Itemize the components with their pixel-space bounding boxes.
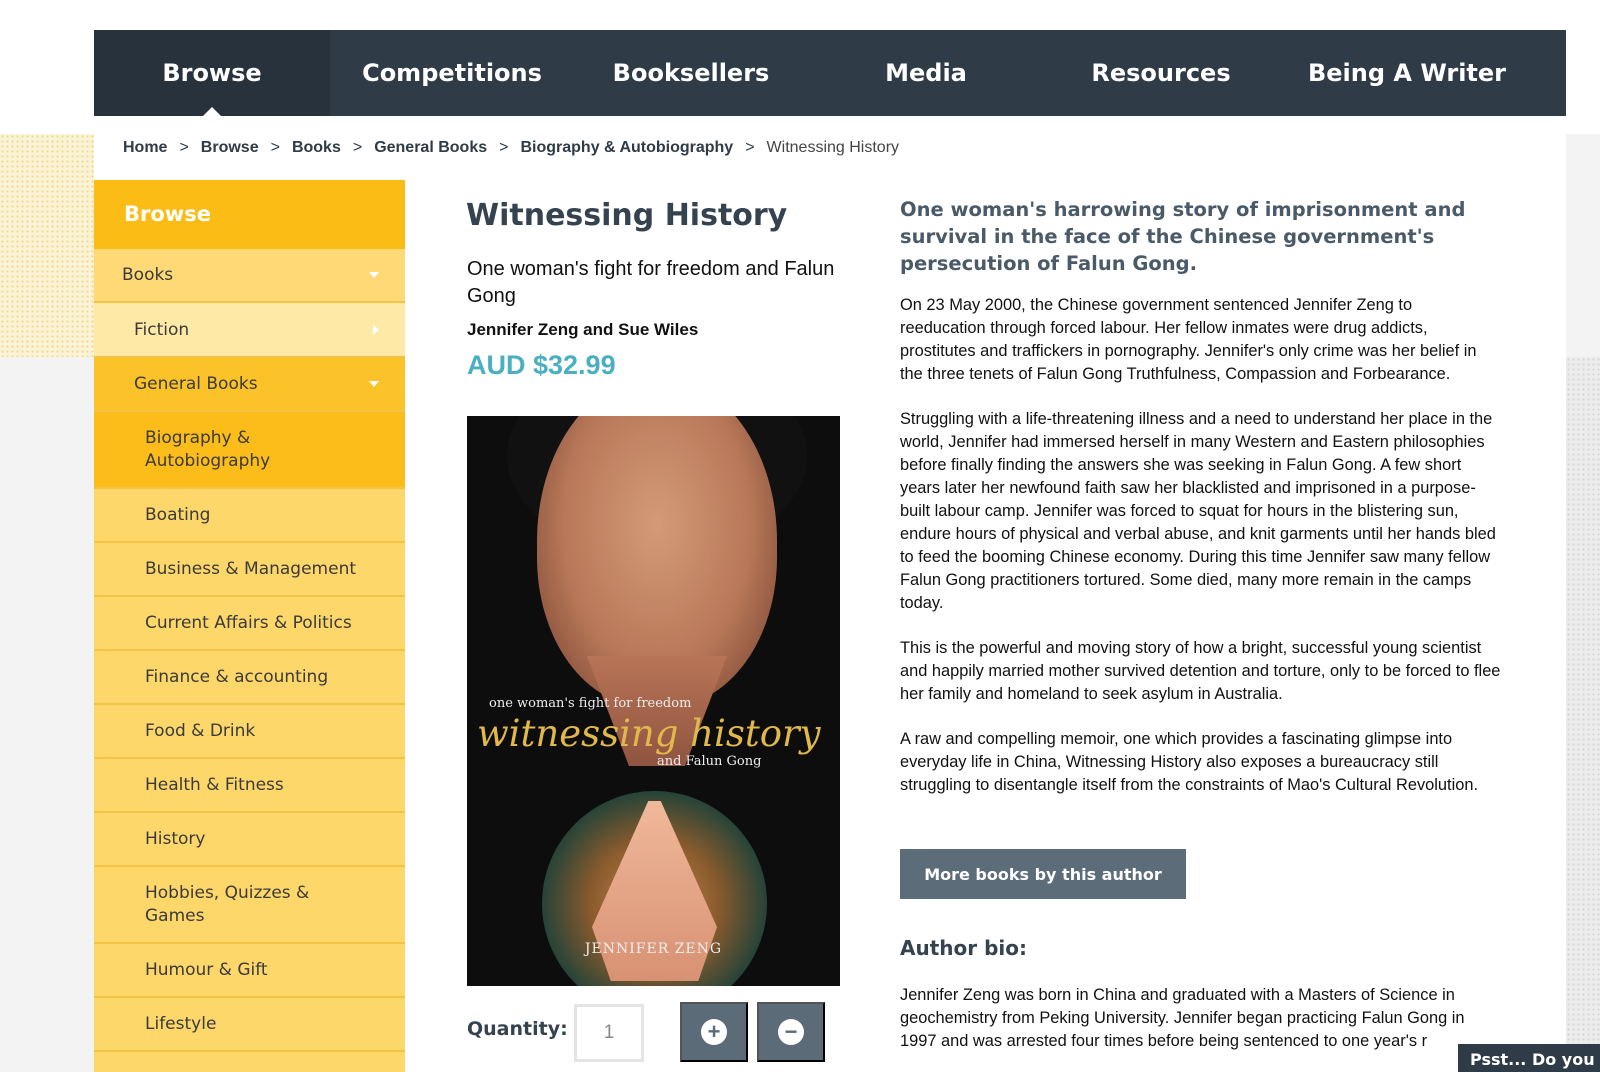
cover-title-text: witnessing history [477, 712, 821, 755]
sidebar-item-finance[interactable]: Finance & accounting [94, 651, 405, 705]
breadcrumb-general-books[interactable]: General Books [374, 139, 487, 157]
description-paragraph: On 23 May 2000, the Chinese government s… [900, 296, 1477, 383]
product-subtitle: One woman's fight for freedom and Falun … [467, 258, 835, 307]
sidebar-item-history[interactable]: History [94, 813, 405, 867]
sidebar-item-biography[interactable]: Biography & Autobiography [94, 412, 405, 489]
top-navigation: Browse Competitions Booksellers Media Re… [94, 30, 1566, 116]
sidebar-item-label: Current Affairs & Politics [145, 612, 352, 633]
more-books-by-author-button[interactable]: More books by this author [900, 849, 1186, 899]
sidebar-item-hobbies[interactable]: Hobbies, Quizzes & Games [94, 867, 405, 944]
chevron-down-icon [369, 272, 379, 278]
sidebar-item-label: Health & Fitness [145, 774, 284, 795]
product-price: AUD $32.99 [467, 350, 616, 380]
quantity-label: Quantity: [467, 1018, 568, 1040]
chevron-right-icon [373, 324, 379, 335]
author-bio-title: Author bio: [900, 936, 1027, 960]
sidebar-item-more[interactable] [94, 1052, 405, 1072]
newsletter-popup-tab[interactable]: Psst... Do you lo [1458, 1044, 1600, 1072]
sidebar-item-label: Biography & Autobiography [145, 427, 271, 471]
nav-resources[interactable]: Resources [1044, 30, 1278, 116]
sidebar-item-label: General Books [134, 374, 258, 394]
chevron-down-icon [369, 381, 379, 387]
plus-icon: + [701, 1019, 727, 1045]
browse-sidebar: Browse Books Fiction General Books Biogr… [94, 180, 405, 1072]
page-content: Home > Browse > Books > General Books > … [94, 116, 1566, 1072]
sidebar-item-label: Humour & Gift [145, 959, 268, 980]
breadcrumb-biography[interactable]: Biography & Autobiography [520, 139, 733, 157]
sidebar-item-label: Food & Drink [145, 720, 256, 741]
breadcrumb-separator: > [499, 139, 509, 156]
product-description: On 23 May 2000, the Chinese government s… [900, 294, 1502, 819]
breadcrumb-browse[interactable]: Browse [201, 139, 259, 157]
nav-booksellers[interactable]: Booksellers [574, 30, 808, 116]
cover-and-text: and Falun Gong [657, 754, 762, 769]
description-paragraph: A raw and compelling memoir, one which p… [900, 730, 1479, 794]
nav-media[interactable]: Media [808, 30, 1044, 116]
product-tagline: One woman's harrowing story of imprisonm… [900, 198, 1466, 275]
breadcrumb-separator: > [179, 139, 189, 156]
decorative-pattern-left [0, 134, 94, 357]
sidebar-item-label: Boating [145, 504, 211, 525]
nav-browse[interactable]: Browse [94, 30, 330, 116]
breadcrumb-separator: > [270, 139, 280, 156]
sidebar-header: Browse [94, 180, 405, 249]
sidebar-item-label: History [145, 828, 206, 849]
nav-competitions[interactable]: Competitions [330, 30, 574, 116]
product-authors: Jennifer Zeng and Sue Wiles [467, 320, 699, 339]
sidebar-item-label: Finance & accounting [145, 666, 329, 687]
sidebar-item-label: Business & Management [145, 558, 357, 579]
sidebar-item-current-affairs[interactable]: Current Affairs & Politics [94, 597, 405, 651]
cover-author-text: JENNIFER ZENG [584, 941, 723, 957]
sidebar-item-food[interactable]: Food & Drink [94, 705, 405, 759]
increase-quantity-button[interactable]: + [680, 1002, 748, 1062]
sidebar-item-label: Books [122, 265, 174, 285]
breadcrumb: Home > Browse > Books > General Books > … [123, 139, 899, 157]
sidebar-item-health[interactable]: Health & Fitness [94, 759, 405, 813]
cover-small-text: one woman's fight for freedom [489, 696, 692, 711]
breadcrumb-current: Witnessing History [766, 139, 900, 156]
sidebar-item-fiction[interactable]: Fiction [94, 303, 405, 358]
sidebar-item-label: Fiction [134, 319, 190, 340]
breadcrumb-separator: > [352, 139, 363, 156]
description-paragraph: Struggling with a life-threatening illne… [900, 410, 1496, 612]
breadcrumb-home[interactable]: Home [123, 139, 167, 157]
nav-being-a-writer[interactable]: Being A Writer [1278, 30, 1536, 116]
decorative-pattern-right [1566, 357, 1600, 1072]
sidebar-item-lifestyle[interactable]: Lifestyle [94, 998, 405, 1052]
description-paragraph: This is the powerful and moving story of… [900, 639, 1501, 703]
author-bio-text: Jennifer Zeng was born in China and grad… [900, 986, 1465, 1050]
quantity-input[interactable] [574, 1004, 644, 1062]
decrease-quantity-button[interactable]: − [757, 1002, 825, 1062]
sidebar-item-business[interactable]: Business & Management [94, 543, 405, 597]
sidebar-item-general-books[interactable]: General Books [94, 358, 405, 412]
sidebar-item-humour[interactable]: Humour & Gift [94, 944, 405, 998]
breadcrumb-books[interactable]: Books [292, 139, 341, 157]
sidebar-item-label: Lifestyle [145, 1013, 217, 1034]
sidebar-item-books[interactable]: Books [94, 249, 405, 303]
book-cover-image: one woman's fight for freedom witnessing… [467, 416, 840, 986]
product-title: Witnessing History [466, 198, 788, 233]
breadcrumb-separator: > [745, 139, 755, 156]
sidebar-item-boating[interactable]: Boating [94, 489, 405, 543]
minus-icon: − [778, 1019, 804, 1045]
sidebar-item-label: Hobbies, Quizzes & Games [145, 882, 310, 926]
